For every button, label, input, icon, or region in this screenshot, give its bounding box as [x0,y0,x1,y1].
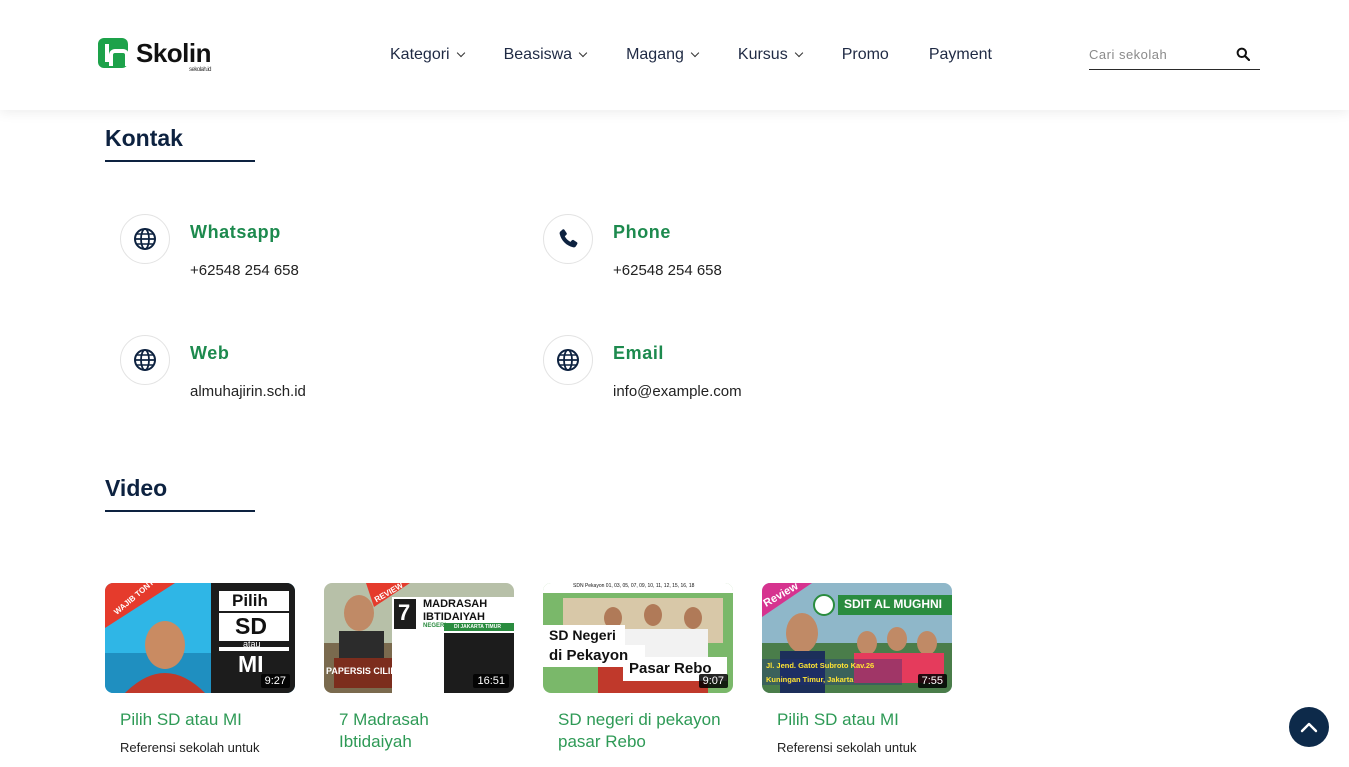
nav-item-kategori[interactable]: Kategori [390,44,465,66]
video-thumbnail[interactable]: WAJIB TONTON Pilih SD atau MI 9:27 [105,583,295,693]
section-underline [105,510,255,512]
thumbnail-text: IBTIDAIYAH [423,611,485,623]
globe-icon [557,349,579,371]
nav-item-beasiswa[interactable]: Beasiswa [503,44,588,66]
search-box [1089,42,1260,70]
nav-item-magang[interactable]: Magang [626,44,700,66]
nav-item-label: Beasiswa [503,46,573,63]
main-nav: Kategori Beasiswa Magang Kursus Promo Pa… [390,44,1032,66]
thumbnail-text: di Pekayon [549,647,629,664]
logo-icon [98,38,129,68]
nav-item-kursus[interactable]: Kursus [737,44,803,66]
contact-value[interactable]: +62548 254 658 [190,262,299,279]
video-title[interactable]: 7 Madrasah Ibtidaiyah [324,709,514,753]
video-card[interactable]: REVIEW 7 MADRASAH IBTIDAIYAH NEGERI DI J… [324,583,514,761]
brand-name-text: Skolin [136,37,212,68]
contact-icon-circle [120,335,170,385]
contact-label: Phone [613,222,672,242]
contact-value[interactable]: info@example.com [613,383,742,400]
contact-email: Email info@example.com [543,335,923,405]
video-thumbnail[interactable]: Review SDIT AL MUGHNI Jl. Jend. Gatot Su… [762,583,952,693]
site-logo[interactable]: Skolin sekolah.id [98,36,212,73]
contact-web: Web almuhajirin.sch.id [120,335,500,405]
nav-item-promo[interactable]: Promo [842,44,889,66]
video-title[interactable]: Pilih SD atau MI [105,709,295,731]
thumbnail-text: Kuningan Timur, Jakarta [766,675,854,684]
contact-icon-circle [543,214,593,264]
video-description: Referensi sekolah untuk [777,740,917,755]
nav-item-label: Payment [928,46,992,63]
site-header: Skolin sekolah.id Kategori Beasiswa Maga… [0,0,1349,110]
thumbnail-text: Pilih [232,591,268,610]
thumbnail-text: MI [238,651,264,677]
thumbnail-text: SDIT AL MUGHNI [844,597,942,611]
thumbnail-text: 7 [398,600,411,625]
nav-item-label: Promo [841,46,889,63]
thumbnail-text: PAPERSIS CILIK [326,666,397,676]
nav-item-label: Kategori [390,46,450,63]
thumbnail-text: SD [235,613,267,639]
chevron-down-icon [690,48,700,58]
chevron-down-icon [794,48,803,58]
contact-icon-circle [120,214,170,264]
brand-tagline: sekolah.id [188,66,212,73]
nav-item-payment[interactable]: Payment [929,44,992,66]
contact-phone: Phone +62548 254 658 [543,214,923,284]
video-duration: 16:51 [473,674,509,688]
video-duration: 9:07 [698,674,728,688]
search-input[interactable] [1089,42,1229,66]
video-section-title: Video [105,475,168,501]
contact-value[interactable]: +62548 254 658 [613,262,722,279]
thumbnail-text: SDN Pekayon 01, 03, 05, 07, 09, 10, 11, … [573,583,695,589]
video-thumbnail[interactable]: REVIEW 7 MADRASAH IBTIDAIYAH NEGERI DI J… [324,583,514,693]
chevron-down-icon [578,48,588,58]
video-card[interactable]: Review SDIT AL MUGHNI Jl. Jend. Gatot Su… [762,583,952,757]
globe-icon [134,228,156,250]
video-title[interactable]: SD negeri di pekayon pasar Rebo [543,709,733,753]
video-duration: 7:55 [917,674,947,688]
video-description: Referensi sekolah untuk [120,740,260,755]
thumbnail-text: NEGERI [423,623,447,629]
thumbnail-text: Jl. Jend. Gatot Subroto Kav.26 [766,661,875,670]
contact-section-title: Kontak [105,125,183,151]
phone-icon [559,229,578,248]
contact-value[interactable]: almuhajirin.sch.id [190,383,306,400]
section-underline [105,160,255,162]
chevron-up-icon [1300,722,1318,733]
nav-item-label: Magang [626,46,684,63]
contact-icon-circle [543,335,593,385]
video-thumbnail[interactable]: SDN Pekayon 01, 03, 05, 07, 09, 10, 11, … [543,583,733,693]
contact-label: Email [613,343,665,363]
thumbnail-text: MADRASAH [423,598,488,610]
brand-name: Skolin sekolah.id [136,37,212,73]
thumbnail-text: SD Negeri [549,627,616,643]
chevron-down-icon [456,48,465,58]
thumbnail-text: DI JAKARTA TIMUR [454,624,501,630]
contact-label: Web [190,343,230,363]
scroll-to-top-button[interactable] [1289,707,1329,747]
search-icon[interactable] [1236,47,1250,61]
video-card[interactable]: SDN Pekayon 01, 03, 05, 07, 09, 10, 11, … [543,583,733,761]
nav-item-label: Kursus [737,46,788,63]
thumbnail-text: atau [243,639,261,649]
video-title[interactable]: Pilih SD atau MI [762,709,952,731]
contact-whatsapp: Whatsapp +62548 254 658 [120,214,500,284]
video-duration: 9:27 [260,674,290,688]
globe-icon [134,349,156,371]
contact-label: Whatsapp [190,222,281,242]
video-card[interactable]: WAJIB TONTON Pilih SD atau MI 9:27 Pilih… [105,583,295,757]
